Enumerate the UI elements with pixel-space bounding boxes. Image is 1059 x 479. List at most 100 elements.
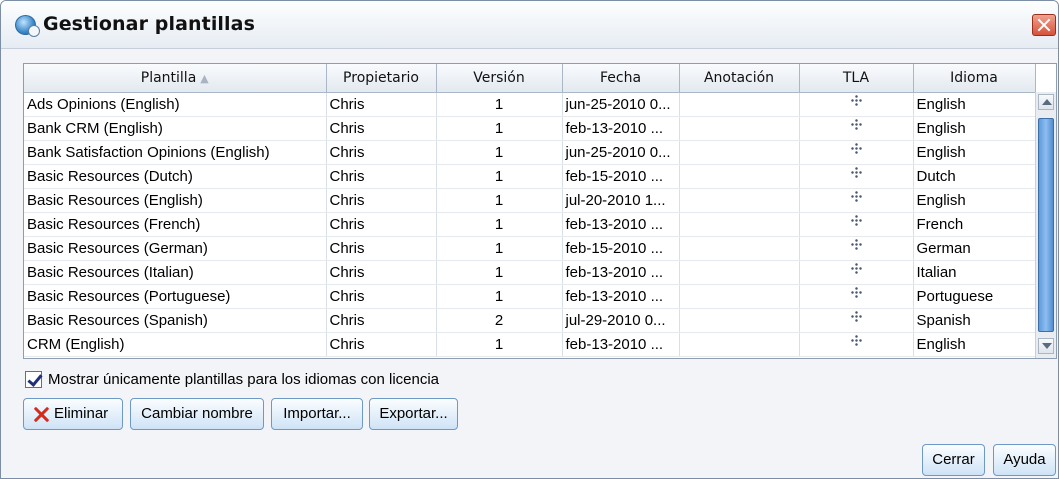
tla-tree-icon xyxy=(850,334,862,346)
cell-tla xyxy=(799,140,914,165)
delete-button[interactable]: Eliminar xyxy=(23,398,123,430)
cell-tla xyxy=(799,164,914,189)
tla-tree-icon xyxy=(850,142,862,154)
cell-anotacion xyxy=(679,236,800,261)
cell-version: 1 xyxy=(436,188,563,213)
cell-idioma: English xyxy=(913,140,1036,165)
column-header-propietario[interactable]: Propietario xyxy=(326,64,437,93)
cell-tla xyxy=(799,236,914,261)
table-row[interactable]: Basic Resources (English) Chris 1 jul-20-20… xyxy=(24,188,1036,213)
table-row[interactable]: Bank Satisfaction Opinions (English) Chri… xyxy=(24,140,1036,165)
templates-table: Plantilla ▲ Propietario Versión Fecha Ano… xyxy=(23,63,1057,359)
cell-propietario: Chris xyxy=(326,116,437,141)
cell-plantilla: Basic Resources (English) xyxy=(24,188,327,213)
app-icon xyxy=(15,15,40,37)
tla-tree-icon xyxy=(850,166,862,178)
cell-anotacion xyxy=(679,92,800,117)
cell-tla xyxy=(799,188,914,213)
table-row[interactable]: Basic Resources (Italian) Chris 1 feb-13-20… xyxy=(24,260,1036,285)
column-header-plantilla[interactable]: Plantilla ▲ xyxy=(24,64,327,93)
cell-anotacion xyxy=(679,260,800,285)
cell-version: 1 xyxy=(436,92,563,117)
cell-fecha: jun-25-2010 0... xyxy=(562,140,680,165)
tla-tree-icon xyxy=(850,94,862,106)
cell-plantilla: Basic Resources (French) xyxy=(24,212,327,237)
table-row[interactable]: CRM (English) Chris 1 feb-13-2010 ... Englis… xyxy=(24,332,1036,357)
cell-fecha: feb-13-2010 ... xyxy=(562,116,680,141)
cell-idioma: Dutch xyxy=(913,164,1036,189)
column-header-version[interactable]: Versión xyxy=(436,64,563,93)
header-row: Plantilla ▲ Propietario Versión Fecha Ano… xyxy=(24,64,1036,93)
table-row[interactable]: Basic Resources (French) Chris 1 feb-13-201… xyxy=(24,212,1036,237)
cell-idioma: English xyxy=(913,116,1036,141)
table-row[interactable]: Basic Resources (Dutch) Chris 1 feb-15-2010… xyxy=(24,164,1036,189)
table-row[interactable]: Basic Resources (German) Chris 1 feb-15-201… xyxy=(24,236,1036,261)
cell-version: 1 xyxy=(436,212,563,237)
licensed-only-checkbox[interactable] xyxy=(25,371,42,388)
cell-tla xyxy=(799,332,914,357)
cell-fecha: feb-15-2010 ... xyxy=(562,236,680,261)
cell-propietario: Chris xyxy=(326,140,437,165)
cell-version: 1 xyxy=(436,260,563,285)
cell-fecha: feb-13-2010 ... xyxy=(562,260,680,285)
cell-propietario: Chris xyxy=(326,236,437,261)
scroll-thumb[interactable] xyxy=(1038,118,1054,332)
column-header-fecha[interactable]: Fecha xyxy=(562,64,680,93)
cell-plantilla: Basic Resources (Italian) xyxy=(24,260,327,285)
delete-button-label: Eliminar xyxy=(54,405,109,422)
cell-version: 1 xyxy=(436,140,563,165)
cell-tla xyxy=(799,308,914,333)
cell-version: 1 xyxy=(436,284,563,309)
scroll-down-arrow-icon[interactable] xyxy=(1038,338,1054,354)
close-button[interactable]: Cerrar xyxy=(922,444,985,476)
cell-idioma: English xyxy=(913,188,1036,213)
vertical-scrollbar[interactable] xyxy=(1035,92,1056,358)
column-header-anotacion[interactable]: Anotación xyxy=(679,64,800,93)
cell-propietario: Chris xyxy=(326,188,437,213)
cell-fecha: feb-13-2010 ... xyxy=(562,212,680,237)
cell-tla xyxy=(799,92,914,117)
cell-plantilla: Basic Resources (Dutch) xyxy=(24,164,327,189)
cell-plantilla: Bank Satisfaction Opinions (English) xyxy=(24,140,327,165)
help-button[interactable]: Ayuda xyxy=(993,444,1056,476)
table-row[interactable]: Ads Opinions (English) Chris 1 jun-25-2010 … xyxy=(24,92,1036,117)
scroll-up-arrow-icon[interactable] xyxy=(1038,94,1054,110)
tla-tree-icon xyxy=(850,262,862,274)
cell-tla xyxy=(799,116,914,141)
cell-idioma: English xyxy=(913,332,1036,357)
cell-tla xyxy=(799,260,914,285)
manage-templates-dialog: Gestionar plantillas Plantilla ▲ Propieta… xyxy=(0,0,1059,479)
licensed-only-label: Mostrar únicamente plantillas para los i… xyxy=(48,371,440,388)
cell-propietario: Chris xyxy=(326,212,437,237)
rename-button[interactable]: Cambiar nombre xyxy=(130,398,264,430)
cell-version: 1 xyxy=(436,332,563,357)
cell-fecha: jun-25-2010 0... xyxy=(562,92,680,117)
import-button[interactable]: Importar... xyxy=(271,398,363,430)
table-row[interactable]: Basic Resources (Spanish) Chris 2 jul-29-20… xyxy=(24,308,1036,333)
cell-fecha: feb-15-2010 ... xyxy=(562,164,680,189)
cell-propietario: Chris xyxy=(326,332,437,357)
close-icon[interactable] xyxy=(1032,14,1056,36)
cell-propietario: Chris xyxy=(326,92,437,117)
templates-grid: Plantilla ▲ Propietario Versión Fecha Ano… xyxy=(24,64,1036,357)
cell-idioma: German xyxy=(913,236,1036,261)
cell-idioma: English xyxy=(913,92,1036,117)
cell-propietario: Chris xyxy=(326,260,437,285)
table-row[interactable]: Bank CRM (English) Chris 1 feb-13-2010 ... E… xyxy=(24,116,1036,141)
column-header-idioma[interactable]: Idioma xyxy=(913,64,1036,93)
tla-tree-icon xyxy=(850,286,862,298)
export-button[interactable]: Exportar... xyxy=(369,398,458,430)
cell-plantilla: Bank CRM (English) xyxy=(24,116,327,141)
cell-version: 2 xyxy=(436,308,563,333)
cell-anotacion xyxy=(679,308,800,333)
column-header-tla[interactable]: TLA xyxy=(799,64,914,93)
cell-fecha: jul-20-2010 1... xyxy=(562,188,680,213)
table-row[interactable]: Basic Resources (Portuguese) Chris 1 feb-13… xyxy=(24,284,1036,309)
tla-tree-icon xyxy=(850,190,862,202)
cell-anotacion xyxy=(679,188,800,213)
dialog-title: Gestionar plantillas xyxy=(43,13,255,35)
cell-version: 1 xyxy=(436,164,563,189)
cell-plantilla: Ads Opinions (English) xyxy=(24,92,327,117)
cell-fecha: feb-13-2010 ... xyxy=(562,332,680,357)
cell-plantilla: CRM (English) xyxy=(24,332,327,357)
